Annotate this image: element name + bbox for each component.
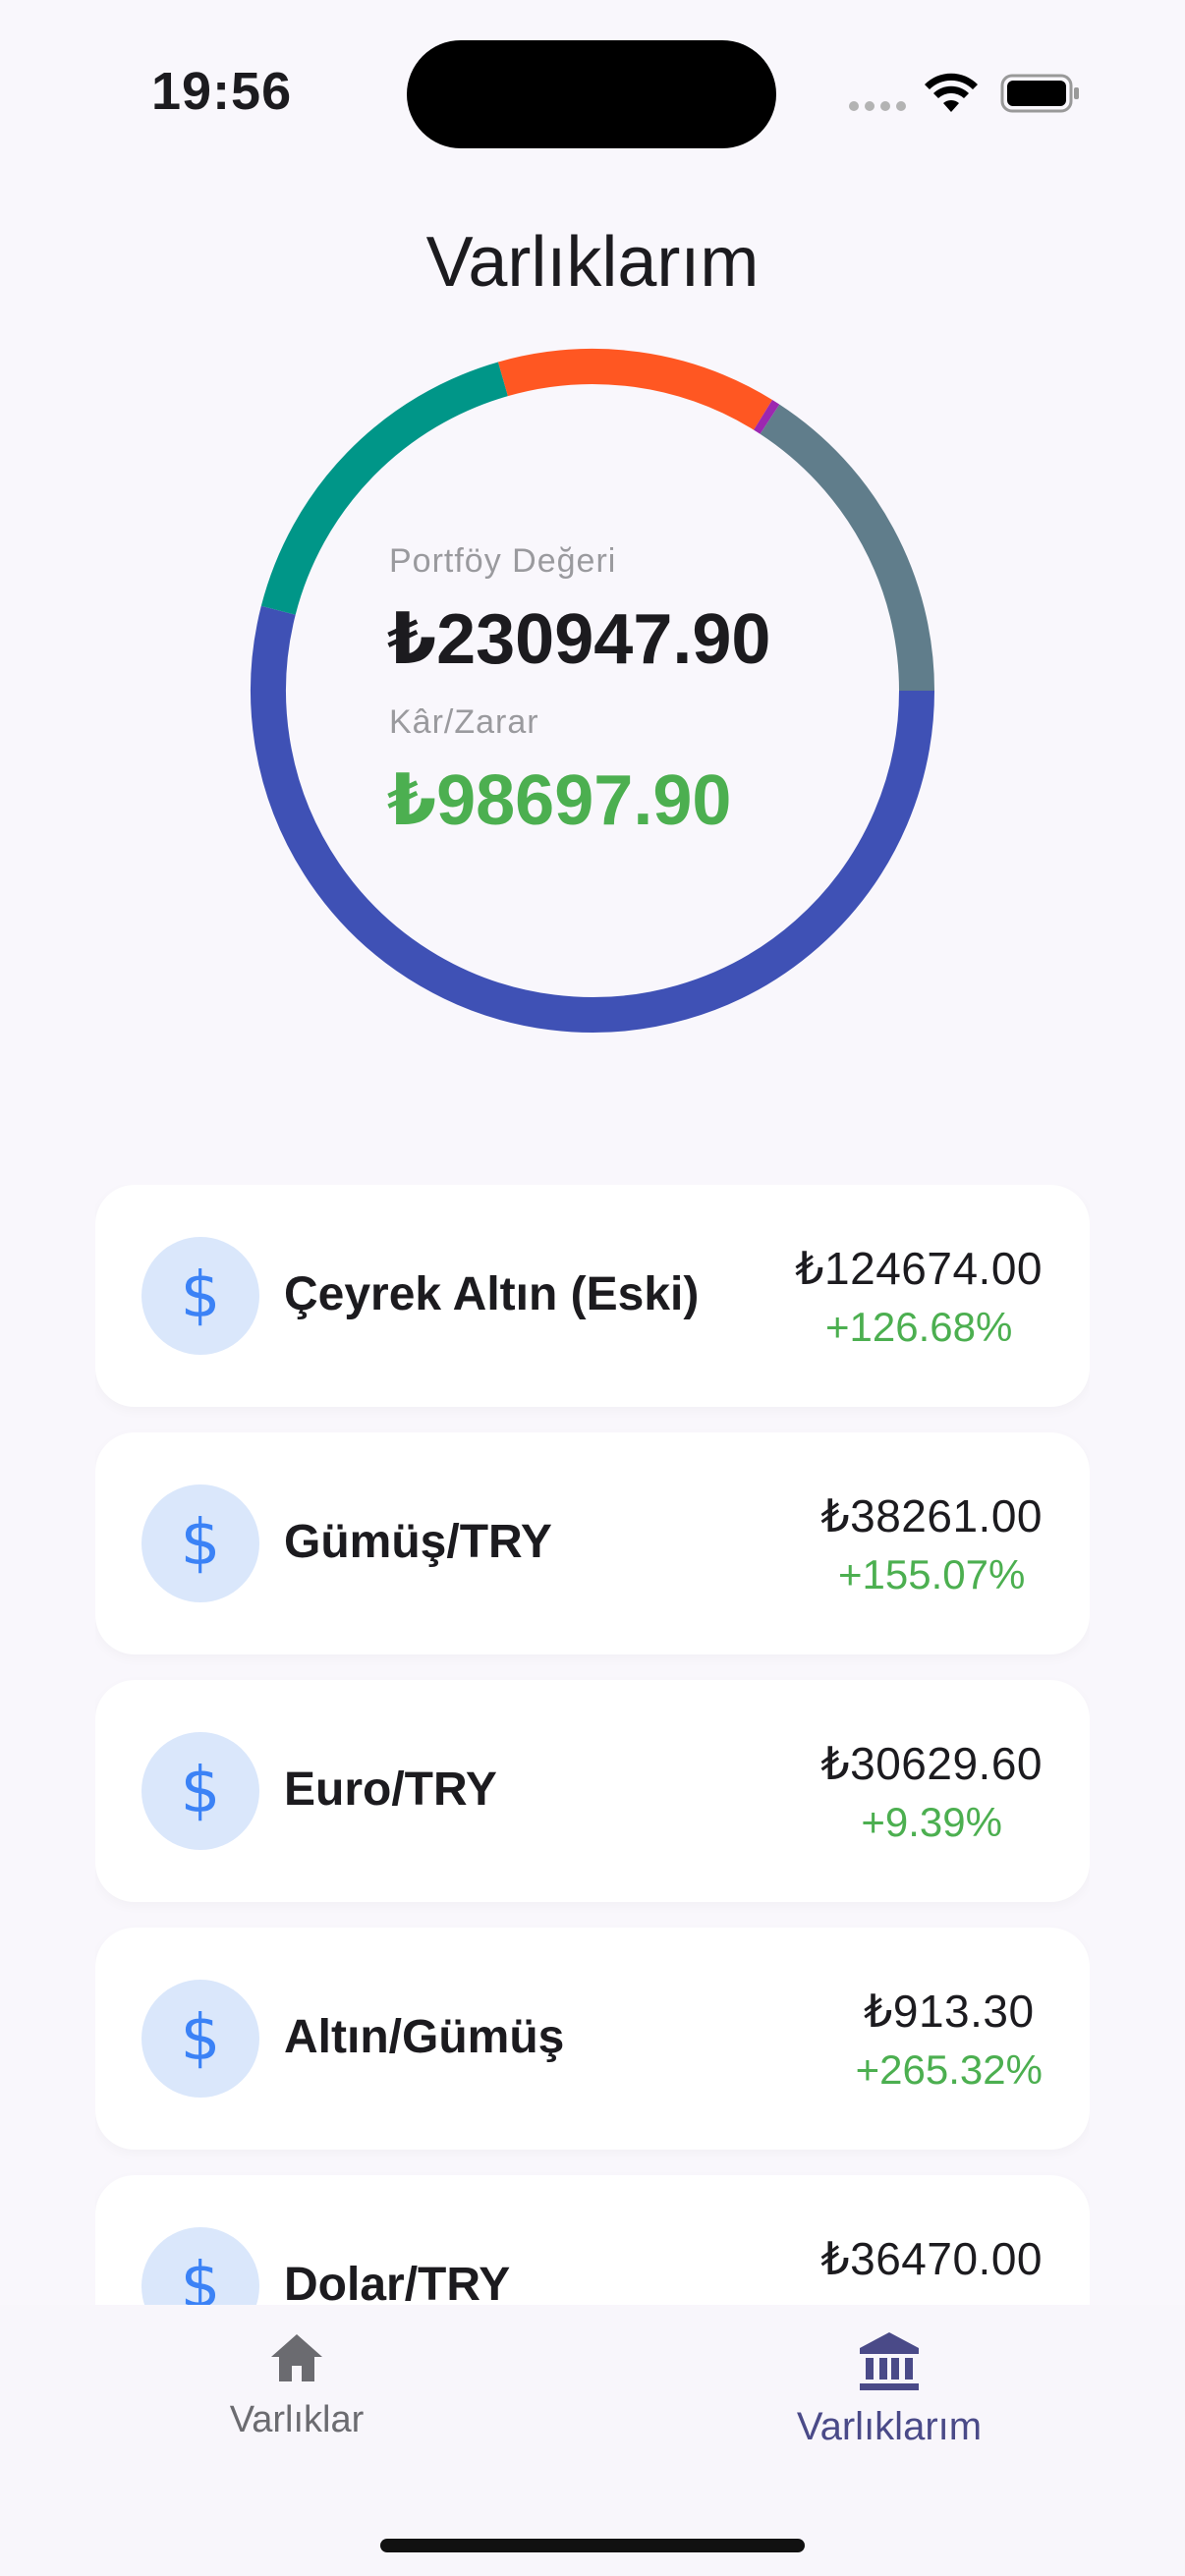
asset-name: Dolar/TRY: [284, 2259, 511, 2305]
asset-value: ₺913.30: [864, 1986, 1035, 2037]
asset-list[interactable]: $ Çeyrek Altın (Eski) ₺124674.00 +126.68…: [95, 1185, 1090, 2305]
home-indicator: [380, 2539, 805, 2552]
asset-card[interactable]: $ Çeyrek Altın (Eski) ₺124674.00 +126.68…: [95, 1185, 1090, 1407]
asset-value: ₺38261.00: [820, 1490, 1043, 1541]
portfolio-value: ₺230947.90: [387, 600, 771, 679]
asset-change: +126.68%: [824, 1304, 1013, 1350]
donut-slice: [754, 400, 780, 434]
portfolio-value-label: Portföy Değeri: [389, 542, 617, 580]
wifi-icon: [925, 73, 978, 112]
dollar-icon: $: [141, 1237, 259, 1355]
asset-card[interactable]: $ Gümüş/TRY ₺38261.00 +155.07%: [95, 1432, 1090, 1654]
profit-loss-value: ₺98697.90: [387, 761, 732, 840]
asset-value: ₺124674.00: [795, 1243, 1043, 1294]
cellular-signal-icon: [849, 101, 906, 111]
donut-slice: [760, 404, 934, 692]
nav-label: Varlıklar: [229, 2399, 365, 2440]
asset-change: +9.39%: [861, 1799, 1002, 1845]
asset-name: Altın/Gümüş: [284, 2011, 565, 2063]
nav-item-varliklar[interactable]: Varlıklar: [100, 2330, 493, 2441]
dollar-icon: $: [141, 1980, 259, 2098]
portfolio-donut-chart: [251, 349, 934, 1033]
asset-card[interactable]: $ Dolar/TRY ₺36470.00: [95, 2175, 1090, 2305]
asset-name: Çeyrek Altın (Eski): [284, 1268, 700, 1320]
asset-change: +265.32%: [855, 2046, 1043, 2093]
home-icon: [271, 2334, 322, 2381]
nav-item-varliklarim[interactable]: Varlıklarım: [693, 2330, 1086, 2449]
asset-name: Euro/TRY: [284, 1764, 497, 1816]
asset-card[interactable]: $ Altın/Gümüş ₺913.30 +265.32%: [95, 1928, 1090, 2150]
asset-name: Gümüş/TRY: [284, 1516, 552, 1568]
page-title: Varlıklarım: [425, 223, 760, 302]
nav-label: Varlıklarım: [796, 2405, 983, 2448]
dollar-icon: $: [141, 2227, 259, 2305]
bottom-navigation: Varlıklar Varlıklarım: [0, 2305, 1185, 2576]
asset-value: ₺30629.60: [820, 1738, 1043, 1789]
donut-slice: [497, 349, 772, 430]
bank-icon: [860, 2332, 919, 2390]
status-time: 19:56: [151, 62, 293, 121]
dollar-icon: $: [141, 1484, 259, 1602]
dollar-icon: $: [141, 1732, 259, 1850]
battery-icon: [1000, 74, 1079, 113]
asset-change: +155.07%: [838, 1551, 1026, 1597]
asset-value: ₺36470.00: [820, 2233, 1043, 2284]
profit-loss-label: Kâr/Zarar: [389, 703, 539, 741]
dynamic-island: [407, 40, 776, 148]
asset-card[interactable]: $ Euro/TRY ₺30629.60 +9.39%: [95, 1680, 1090, 1902]
